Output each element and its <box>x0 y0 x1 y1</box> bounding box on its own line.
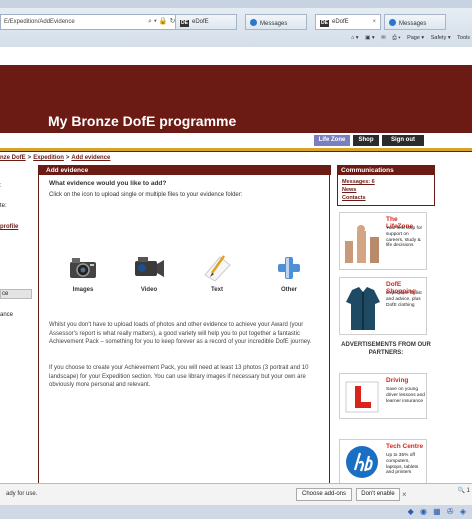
ad-title: Driving <box>386 377 409 384</box>
video-camera-icon[interactable] <box>132 253 166 283</box>
ad-driving[interactable]: Driving Save on young driver lessons and… <box>339 373 427 419</box>
dofe-icon: DE <box>320 20 329 27</box>
tab-edofe-active[interactable]: DE eDofE × <box>315 14 381 30</box>
title-bar <box>0 0 472 8</box>
upload-images-tile[interactable]: Images <box>57 253 109 293</box>
upload-other-tile[interactable]: Other <box>263 253 315 293</box>
address-icons[interactable]: ⌕▾🔒↻ <box>148 17 177 26</box>
feeds-icon[interactable]: ▣ ▾ <box>365 35 375 41</box>
left-nav-fragment-5[interactable]: ance <box>0 312 13 318</box>
tab-edofe-1[interactable]: DE eDofE <box>175 14 237 30</box>
messages-link[interactable]: Messages: 6 <box>342 178 430 186</box>
right-column: Communications Messages: 6 News Contacts <box>337 165 435 206</box>
zoom-indicator[interactable]: 🔍 1 <box>458 487 470 494</box>
dont-enable-button[interactable]: Don't enable <box>356 488 400 501</box>
text-label: Text <box>211 287 223 293</box>
print-icon[interactable]: ⎙ ▾ <box>392 35 400 41</box>
plus-icon[interactable] <box>272 253 306 283</box>
breadcrumb-expedition[interactable]: Expedition <box>33 155 64 161</box>
tab-messages-2[interactable]: Messages <box>384 14 446 30</box>
video-label: Video <box>140 287 158 293</box>
tools-menu[interactable]: Tools <box>457 35 470 41</box>
left-nav-fragment-1[interactable]: : <box>0 183 2 189</box>
page-title: My Bronze DofE programme <box>48 113 237 129</box>
panel-header: Add evidence <box>39 165 331 175</box>
dofe-icon: DE <box>180 20 189 27</box>
tab-messages-1[interactable]: Messages <box>245 14 307 30</box>
nav-life-zone[interactable]: Life Zone <box>314 135 350 146</box>
ad-text: Your first stop for support on careers, … <box>386 226 423 249</box>
ad-text: Up to 35% off computers, laptops, tablet… <box>386 453 419 476</box>
ad-lifezone[interactable]: The LifeZone Your first stop for support… <box>339 212 427 270</box>
info-paragraph-1: Whilst you don't have to upload loads of… <box>49 322 312 346</box>
left-nav-profile[interactable]: profile <box>0 224 18 230</box>
divider-line <box>0 148 472 152</box>
nav-shop[interactable]: Shop <box>353 135 379 146</box>
messages-icon <box>389 19 396 26</box>
messages-icon <box>250 19 257 26</box>
breadcrumb: nze DofE > Expedition > Add evidence <box>0 155 111 161</box>
ad-title: Tech Centre <box>386 443 424 450</box>
ad-text: Save on young driver lessons and learner… <box>386 387 425 404</box>
communications-box: Messages: 6 News Contacts <box>337 175 435 206</box>
command-bar: ⌂ ▾ ▣ ▾ ✉ ⎙ ▾ Page ▾ Safety ▾ Tools <box>346 35 470 42</box>
choose-addons-button[interactable]: Choose add-ons <box>296 488 352 501</box>
browser-chrome: E/Expedition/AddEvidence ⌕▾🔒↻ DE eDofE Me… <box>0 0 472 47</box>
left-nav-fragment-2[interactable]: te: <box>0 203 7 209</box>
top-nav: Life Zone Shop Sign out <box>0 133 472 147</box>
notification-bar: ady for use. Choose add-ons Don't enable… <box>0 483 472 505</box>
partners-heading: ADVERTISEMENTS FROM OUR PARTNERS: <box>341 342 431 356</box>
ad-dofe-shopping[interactable]: DofE Shopping Expedition kit list and ad… <box>339 277 427 335</box>
tray-icons[interactable]: ◆ ◉ ▦ ✇ ◈ <box>408 507 468 516</box>
info-paragraph-2: If you choose to create your Achievement… <box>49 365 309 389</box>
taskbar: ◆ ◉ ▦ ✇ ◈ <box>0 505 472 519</box>
page-menu[interactable]: Page ▾ <box>407 35 424 41</box>
hp-logo-icon <box>346 446 378 478</box>
ad-text: Expedition kit list and advice, plus Dof… <box>386 291 422 308</box>
upload-instruction: Click on the icon to upload single or mu… <box>49 192 243 198</box>
site-banner: My Bronze DofE programme <box>0 65 472 133</box>
communications-header: Communications <box>337 165 435 175</box>
home-icon[interactable]: ⌂ ▾ <box>351 35 359 41</box>
camera-icon[interactable] <box>66 253 100 283</box>
nav-sign-out[interactable]: Sign out <box>382 135 424 146</box>
images-label: Images <box>72 287 94 293</box>
other-label: Other <box>280 287 297 293</box>
evidence-question: What evidence would you like to add? <box>49 180 167 187</box>
thumbs-up-icon <box>345 225 379 263</box>
learner-plate-icon <box>345 381 379 413</box>
pen-paper-icon[interactable] <box>200 253 234 283</box>
safety-menu[interactable]: Safety ▾ <box>431 35 451 41</box>
contacts-link[interactable]: Contacts <box>342 194 430 202</box>
breadcrumb-add-evidence[interactable]: Add evidence <box>71 155 110 161</box>
notification-text: ady for use. <box>6 491 38 497</box>
ad-tech-centre[interactable]: Tech Centre Up to 35% off computers, lap… <box>339 439 427 483</box>
mail-icon[interactable]: ✉ <box>381 35 386 41</box>
upload-video-tile[interactable]: Video <box>123 253 175 293</box>
lock-icon: 🔒 <box>158 18 170 25</box>
jacket-icon <box>346 287 380 330</box>
upload-text-tile[interactable]: Text <box>191 253 243 293</box>
breadcrumb-dofe[interactable]: nze DofE <box>0 155 26 161</box>
close-tab-icon[interactable]: × <box>372 19 376 25</box>
left-nav-fragment-active[interactable]: ce <box>0 289 32 299</box>
web-page: My Bronze DofE programme Life Zone Shop … <box>0 47 472 483</box>
news-link[interactable]: News <box>342 186 430 194</box>
close-notification-icon[interactable]: × <box>402 490 407 499</box>
add-evidence-panel: Add evidence What evidence would you lik… <box>38 165 331 483</box>
